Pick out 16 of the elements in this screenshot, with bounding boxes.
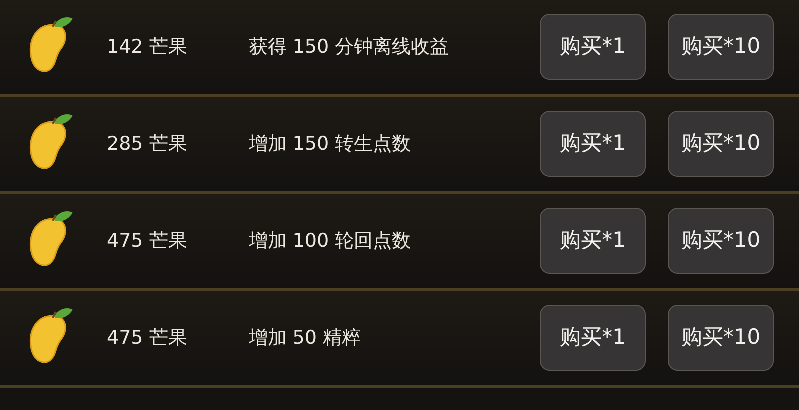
buy-button[interactable]: 购买*10 bbox=[668, 208, 774, 274]
buy-button[interactable]: 购买*10 bbox=[668, 305, 774, 371]
buy-button[interactable]: 购买*10 bbox=[668, 111, 774, 177]
effect-text: 增加 100 轮回点数 bbox=[248, 228, 412, 254]
cost-text: 475 芒果 bbox=[107, 228, 188, 254]
buy-button[interactable]: 购买*1 bbox=[540, 305, 646, 371]
buy-button[interactable]: 购买*1 bbox=[540, 111, 646, 177]
buy-button[interactable]: 购买*1 bbox=[540, 14, 646, 80]
effect-text: 增加 50 精粹 bbox=[248, 326, 362, 351]
effect-text: 获得 150 分钟离线收益 bbox=[248, 34, 450, 60]
effect-text: 增加 150 转生点数 bbox=[248, 132, 412, 157]
buy-button[interactable]: 购买*1 bbox=[540, 208, 646, 274]
cost-text: 142 芒果 bbox=[107, 34, 188, 60]
cost-text: 285 芒果 bbox=[107, 132, 188, 157]
buy-button[interactable]: 购买*10 bbox=[668, 14, 774, 80]
cost-text: 475 芒果 bbox=[107, 326, 188, 351]
